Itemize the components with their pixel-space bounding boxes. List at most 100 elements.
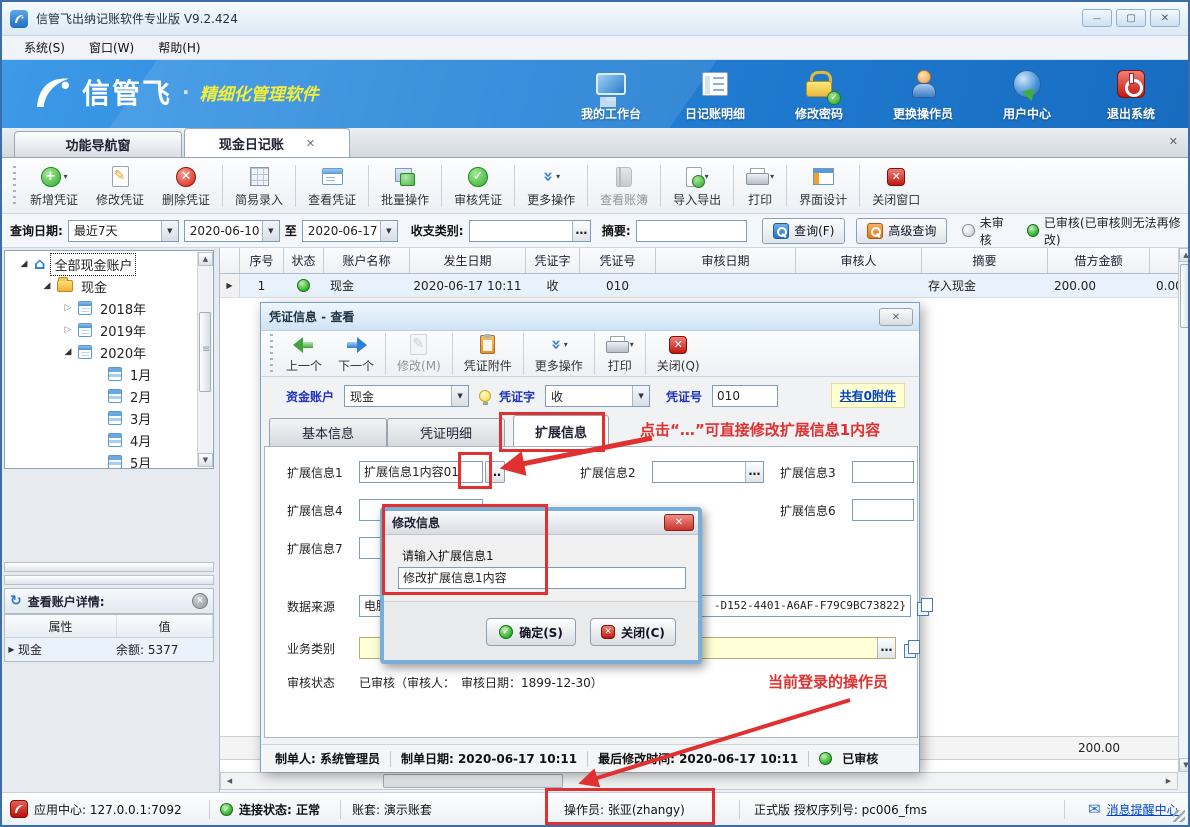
- column-header-property[interactable]: 属性: [5, 615, 117, 637]
- vertical-scrollbar[interactable]: ▲ ▼: [1178, 248, 1190, 772]
- tree-scrollbar[interactable]: ▲ ▼: [197, 252, 212, 467]
- prev-voucher-button[interactable]: 上一个: [278, 333, 330, 375]
- column-header-seq[interactable]: 序号: [240, 248, 284, 273]
- close-window-button[interactable]: ✕ 关闭窗口: [863, 162, 929, 210]
- expander-icon[interactable]: [63, 325, 73, 335]
- ellipsis-button[interactable]: …: [745, 462, 763, 482]
- batch-ops-button[interactable]: 批量操作: [372, 162, 438, 210]
- more-ops-button[interactable]: 更多操作: [518, 162, 584, 210]
- tab-cash-journal[interactable]: 现金日记账: [184, 128, 350, 157]
- scroll-down-icon[interactable]: ▼: [1179, 758, 1190, 772]
- tab-extended-info[interactable]: 扩展信息: [513, 415, 609, 446]
- dialog-print-button[interactable]: 打印: [598, 333, 642, 375]
- banner-action-exit[interactable]: 退出系统: [1088, 66, 1174, 122]
- column-header-date[interactable]: 发生日期: [410, 248, 526, 273]
- scroll-down-icon[interactable]: ▼: [198, 453, 213, 467]
- chevron-down-icon[interactable]: [451, 386, 468, 406]
- message-center[interactable]: 消息提醒中心: [1088, 793, 1179, 825]
- close-button[interactable]: [1150, 9, 1180, 27]
- column-header-summary[interactable]: 摘要: [922, 248, 1048, 273]
- tab-function-nav[interactable]: 功能导航窗: [14, 131, 182, 157]
- tree-item-may[interactable]: 5月: [5, 451, 213, 469]
- tree-item-2020[interactable]: 2020年: [5, 341, 213, 363]
- dialog-close-button[interactable]: ✕ 关闭(Q): [649, 333, 708, 375]
- category-input[interactable]: …: [469, 220, 591, 242]
- advanced-search-button[interactable]: 高级查询: [856, 218, 947, 244]
- scroll-left-icon[interactable]: ◀: [222, 774, 237, 788]
- column-header-debit[interactable]: 借方金额: [1048, 248, 1150, 273]
- scroll-thumb[interactable]: [383, 774, 563, 788]
- voucher-attachment-button[interactable]: 凭证附件: [456, 333, 520, 375]
- column-header-word[interactable]: 凭证字: [526, 248, 580, 273]
- ext1-ellipsis-button[interactable]: …: [485, 461, 505, 483]
- ext6-input[interactable]: [852, 499, 914, 521]
- ellipsis-button[interactable]: …: [877, 638, 895, 658]
- quick-entry-button[interactable]: 简易录入: [226, 162, 292, 210]
- expander-icon[interactable]: [19, 259, 29, 269]
- menu-help[interactable]: 帮助(H): [146, 37, 212, 58]
- delete-voucher-button[interactable]: ✕ 删除凭证: [153, 162, 219, 210]
- ext3-input[interactable]: [852, 461, 914, 483]
- voucher-row[interactable]: 1 现金 2020-06-17 10:11 收 010 存入现金 200.00 …: [220, 274, 1178, 298]
- scroll-right-icon[interactable]: ▶: [1161, 774, 1176, 788]
- next-voucher-button[interactable]: 下一个: [330, 333, 382, 375]
- chevron-down-icon[interactable]: [632, 386, 649, 406]
- chevron-down-icon[interactable]: [161, 221, 178, 241]
- splitter-bar[interactable]: [4, 562, 214, 572]
- fund-account-select[interactable]: 现金: [344, 385, 469, 407]
- copy-icon[interactable]: [904, 640, 919, 657]
- menu-window[interactable]: 窗口(W): [77, 37, 146, 58]
- horizontal-scrollbar[interactable]: ◀ ▶: [220, 772, 1178, 790]
- ellipsis-button[interactable]: …: [572, 221, 590, 241]
- tree-item-all-accounts[interactable]: 全部现金账户: [5, 253, 213, 275]
- summary-input[interactable]: [636, 220, 747, 242]
- dialog-more-ops-button[interactable]: 更多操作: [527, 333, 591, 375]
- column-header-status[interactable]: 状态: [284, 248, 324, 273]
- tab-voucher-detail[interactable]: 凭证明细: [387, 418, 505, 446]
- voucher-word-select[interactable]: 收: [545, 385, 650, 407]
- view-voucher-button[interactable]: 查看凭证: [299, 162, 365, 210]
- edit-voucher-button[interactable]: 修改凭证: [87, 162, 153, 210]
- resize-grip[interactable]: [1173, 810, 1185, 822]
- scroll-up-icon[interactable]: ▲: [198, 252, 213, 266]
- attachment-count-link[interactable]: 共有0附件: [831, 383, 905, 408]
- modal-close-button[interactable]: ✕ 关闭(C): [590, 618, 676, 646]
- date-to-select[interactable]: 2020-06-17: [302, 220, 398, 242]
- scroll-up-icon[interactable]: ▲: [1179, 248, 1190, 262]
- import-export-button[interactable]: 导入导出: [664, 162, 730, 210]
- date-from-select[interactable]: 2020-06-10: [184, 220, 280, 242]
- tab-basic-info[interactable]: 基本信息: [269, 418, 387, 446]
- modal-text-input[interactable]: 修改扩展信息1内容: [398, 567, 686, 589]
- banner-action-switch-operator[interactable]: 更换操作员: [880, 66, 966, 122]
- tab-close-icon[interactable]: [306, 137, 315, 150]
- menu-system[interactable]: 系统(S): [12, 37, 77, 58]
- expander-icon[interactable]: [42, 281, 52, 291]
- print-button[interactable]: 打印: [737, 162, 783, 210]
- panel-close-icon[interactable]: [192, 593, 208, 609]
- search-button[interactable]: 查询(F): [762, 218, 845, 244]
- banner-action-workbench[interactable]: 我的工作台: [568, 66, 654, 122]
- account-detail-row[interactable]: 现金 余额: 5377: [5, 638, 213, 661]
- expander-icon[interactable]: [63, 347, 73, 357]
- minimize-button[interactable]: [1082, 9, 1112, 27]
- column-header-number[interactable]: 凭证号: [580, 248, 656, 273]
- tree-item-2019[interactable]: 2019年: [5, 319, 213, 341]
- scroll-thumb[interactable]: [199, 312, 211, 392]
- column-header-credit[interactable]: [1150, 248, 1178, 273]
- dialog-close-icon[interactable]: [879, 308, 913, 326]
- column-header-auditor[interactable]: 审核人: [796, 248, 922, 273]
- column-header-audit-date[interactable]: 审核日期: [656, 248, 796, 273]
- refresh-icon[interactable]: [10, 594, 22, 608]
- tree-item-cash[interactable]: 现金: [5, 275, 213, 297]
- copy-icon[interactable]: [917, 598, 932, 615]
- banner-action-user-center[interactable]: 用户中心: [984, 66, 1070, 122]
- splitter-bar[interactable]: [4, 575, 214, 585]
- tree-item-mar[interactable]: 3月: [5, 407, 213, 429]
- tree-item-jan[interactable]: 1月: [5, 363, 213, 385]
- tree-item-feb[interactable]: 2月: [5, 385, 213, 407]
- modal-ok-button[interactable]: 确定(S): [486, 618, 576, 646]
- modify-button[interactable]: 修改(M): [389, 333, 449, 375]
- expander-icon[interactable]: [63, 303, 73, 313]
- view-ledger-button[interactable]: 查看账簿: [591, 162, 657, 210]
- maximize-button[interactable]: [1116, 9, 1146, 27]
